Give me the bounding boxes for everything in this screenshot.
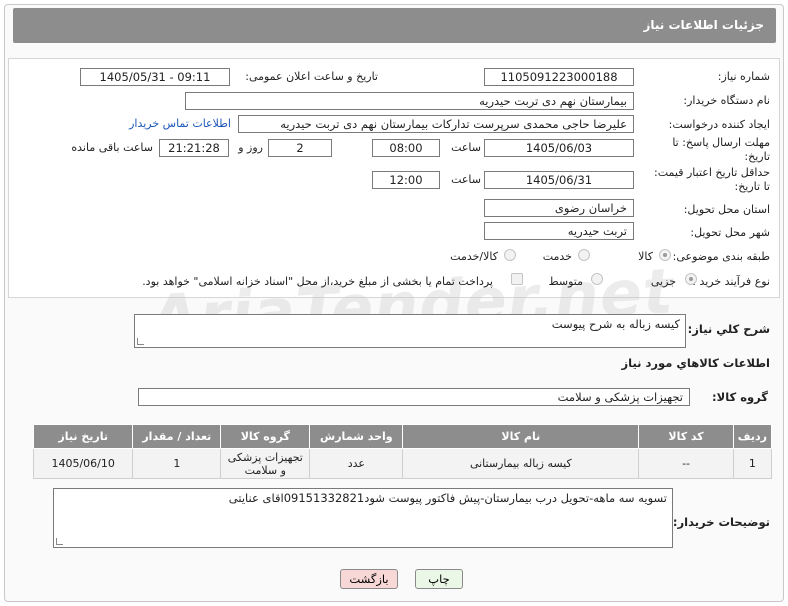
deadline-time-label: ساعت <box>451 141 481 154</box>
goods-table: ردیف کد کالا نام کالا واحد شمارش گروه کا… <box>32 424 773 479</box>
col-group: گروه کالا <box>220 424 311 449</box>
cell-group: تجهیزات پزشکی و سلامت <box>220 448 311 479</box>
remaining-label: ساعت باقی مانده <box>71 141 153 154</box>
category-option-goods: کالا <box>638 250 653 263</box>
cell-qty: 1 <box>132 448 222 479</box>
process-radio-medium[interactable] <box>591 273 603 285</box>
col-name: نام کالا <box>402 424 640 449</box>
price-validity-label-date: تا تاریخ: <box>734 180 770 193</box>
page-title: جزئیات اطلاعات نیاز <box>643 18 764 32</box>
header-bar: جزئیات اطلاعات نیاز <box>13 8 776 43</box>
summary-label: شرح کلي نياز: <box>687 322 770 336</box>
print-button[interactable]: چاپ <box>415 569 463 589</box>
need-number-label: شماره نیاز: <box>717 70 770 83</box>
category-label: طبقه بندی موضوعی: <box>672 250 770 263</box>
price-time-label: ساعت <box>451 173 481 186</box>
creator-field: علیرضا حاجی محمدی سرپرست تدارکات بیمارست… <box>238 115 634 133</box>
back-button[interactable]: بازگشت <box>340 569 398 589</box>
goods-group-field: تجهیزات پزشکی و سلامت <box>138 388 690 406</box>
contact-info-link[interactable]: اطلاعات تماس خریدار <box>129 117 231 130</box>
category-radio-service[interactable] <box>578 249 590 261</box>
buyer-org-field: بیمارستان نهم دی تربت حیدریه <box>185 92 634 110</box>
buyer-org-label: نام دستگاه خریدار: <box>683 94 770 107</box>
treasury-note: پرداخت تمام یا بخشی از مبلغ خرید،از محل … <box>142 275 493 288</box>
price-validity-label: حداقل تاریخ اعتبار قیمت: <box>654 166 770 179</box>
province-field: خراسان رضوی <box>484 199 634 217</box>
cell-name: کیسه زباله بیمارستانی <box>402 448 640 479</box>
table-header-row: ردیف کد کالا نام کالا واحد شمارش گروه کا… <box>32 424 773 449</box>
cell-date: 1405/06/10 <box>32 448 134 479</box>
category-option-goods-service: کالا/خدمت <box>450 250 498 263</box>
cell-row: 1 <box>732 448 773 479</box>
col-qty: تعداد / مقدار <box>132 424 222 449</box>
col-code: کد کالا <box>638 424 734 449</box>
need-number-field: 1105091223000188 <box>484 68 634 86</box>
price-validity-time-field: 12:00 <box>372 171 440 189</box>
price-validity-date-field: 1405/06/31 <box>484 171 634 189</box>
treasury-checkbox[interactable] <box>511 273 523 285</box>
resize-handle-icon[interactable] <box>56 538 63 545</box>
city-field: تربت حیدریه <box>484 222 634 240</box>
process-radio-minor[interactable] <box>685 273 697 285</box>
buyer-notes-label: توضیحات خریدار: <box>672 515 770 529</box>
deadline-date-field: 1405/06/03 <box>484 139 634 157</box>
category-radio-goods[interactable] <box>659 249 671 261</box>
cell-unit: عدد <box>309 448 404 479</box>
deadline-label: مهلت ارسال پاسخ: تا <box>672 136 770 149</box>
announce-label: تاریخ و ساعت اعلان عمومی: <box>245 70 378 83</box>
goods-section-title: اطلاعات کالاهاي مورد نياز <box>621 356 770 370</box>
buyer-notes-textarea: تسویه سه ماهه-تحویل درب بیمارستان-پیش فا… <box>53 488 673 548</box>
process-option-medium: متوسط <box>548 275 583 288</box>
col-row: ردیف <box>732 424 773 449</box>
process-option-minor: جزیی <box>650 275 676 288</box>
announce-field: 1405/05/31 - 09:11 <box>80 68 230 86</box>
resize-handle-icon[interactable] <box>137 338 144 345</box>
deadline-time-field: 08:00 <box>372 139 440 157</box>
process-label: نوع فرآیند خرید : <box>692 275 770 288</box>
province-label: استان محل تحویل: <box>683 203 770 216</box>
days-label: روز و <box>238 141 263 154</box>
goods-group-label: گروه کالا: <box>712 390 768 404</box>
days-remaining-field: 2 <box>268 139 332 157</box>
summary-textarea: کیسه زباله به شرح پیوست <box>134 314 686 348</box>
col-date: تاریخ نیاز <box>32 424 134 449</box>
table-row: 1 -- کیسه زباله بیمارستانی عدد تجهیزات پ… <box>32 448 773 479</box>
remaining-time-field: 21:21:28 <box>159 139 229 157</box>
summary-text: کیسه زباله به شرح پیوست <box>551 317 680 331</box>
city-label: شهر محل تحویل: <box>690 226 770 239</box>
col-unit: واحد شمارش <box>309 424 404 449</box>
buyer-notes-text: تسویه سه ماهه-تحویل درب بیمارستان-پیش فا… <box>228 491 667 505</box>
cell-code: -- <box>638 448 734 479</box>
category-radio-goods-service[interactable] <box>504 249 516 261</box>
deadline-label-date: تاریخ: <box>744 150 770 163</box>
category-option-service: خدمت <box>542 250 572 263</box>
creator-label: ایجاد کننده درخواست: <box>668 118 770 131</box>
